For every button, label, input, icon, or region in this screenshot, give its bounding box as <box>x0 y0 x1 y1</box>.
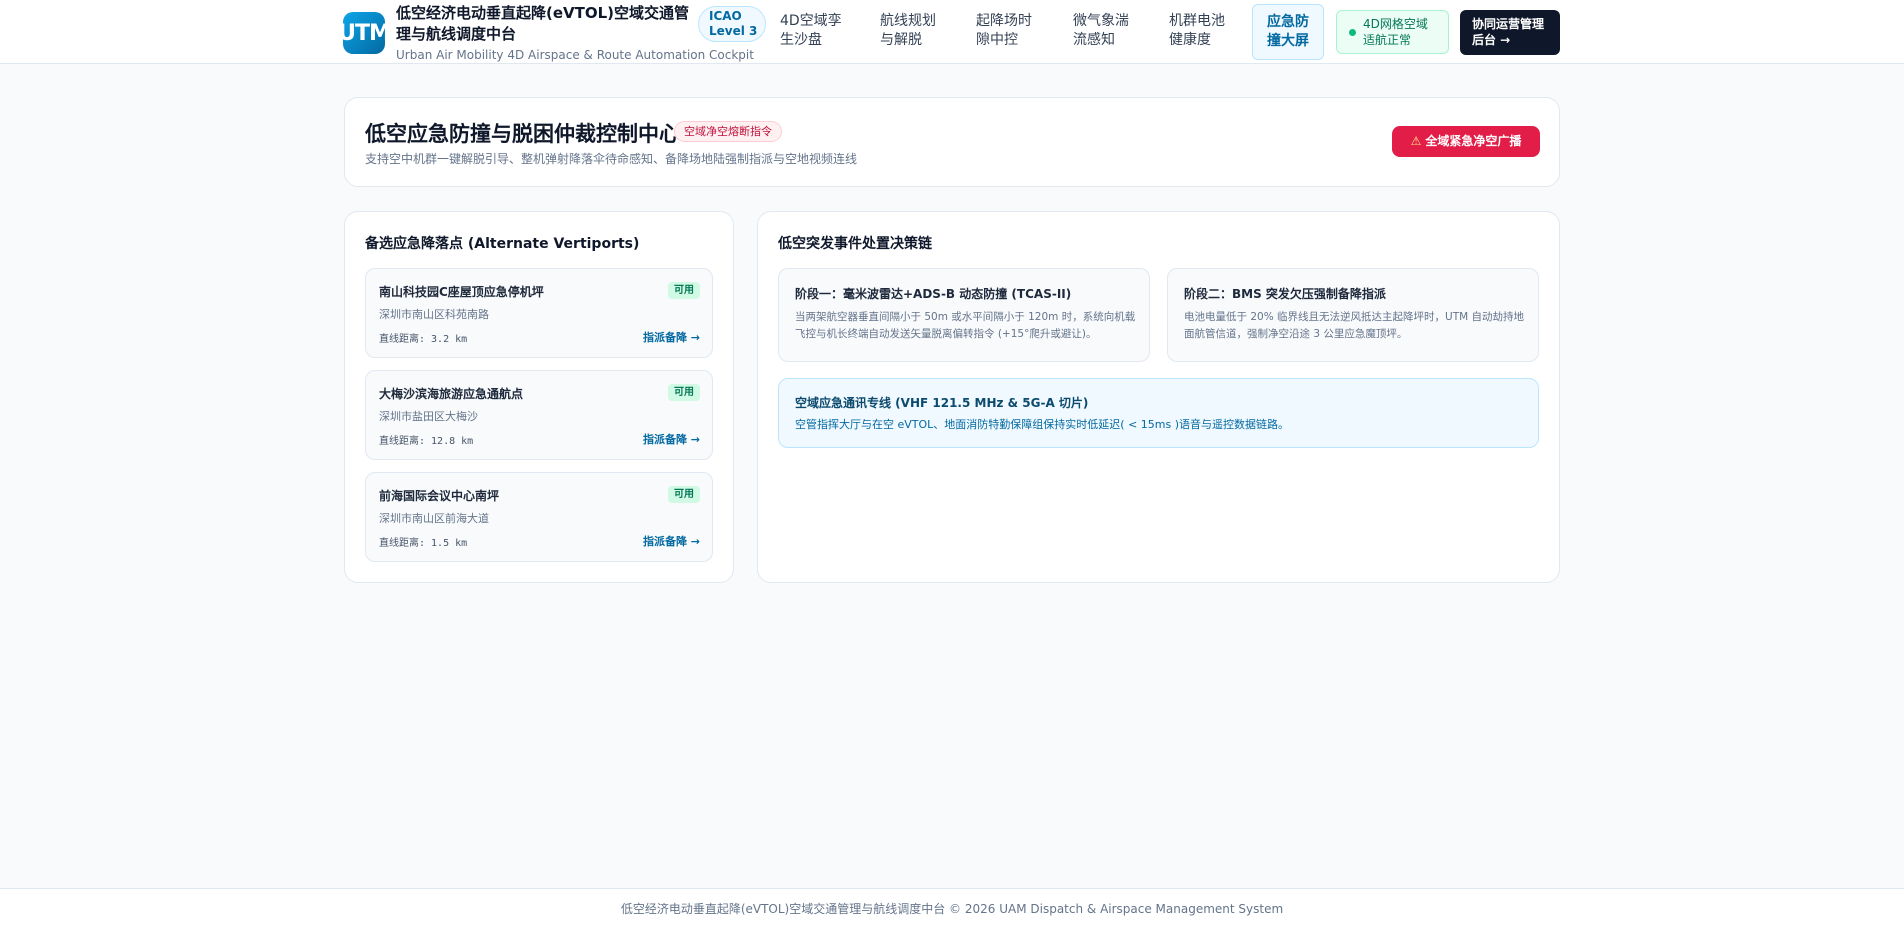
alternate-vertiports-panel: 备选应急降落点 (Alternate Vertiports) 南山科技园C座屋顶… <box>344 211 734 583</box>
stage-two-card: 阶段二：BMS 突发欠压强制备降指派 电池电量低于 20% 临界线且无法逆风抵达… <box>1167 268 1539 362</box>
comm-title: 空域应急通讯专线 (VHF 121.5 MHz & 5G-A 切片) <box>795 396 1089 410</box>
vertiport-distance: 直线距离: 12.8 km <box>379 436 474 447</box>
footer: 低空经济电动垂直起降(eVTOL)空域交通管理与航线调度中台 © 2026 UA… <box>0 888 1904 929</box>
status-badge: 可用 <box>668 282 700 299</box>
nav-battery-health[interactable]: 机群电池 健康度 <box>1169 12 1225 52</box>
assign-diversion-link[interactable]: 指派备降 → <box>643 431 700 447</box>
vertiport-name: 前海国际会议中心南坪 <box>379 489 500 503</box>
vertiport-card: 南山科技园C座屋顶应急停机坪 可用 深圳市南山区科苑南路 直线距离: 3.2 k… <box>365 268 713 358</box>
decision-chain-panel: 低空突发事件处置决策链 阶段一：毫米波雷达+ADS-B 动态防撞 (TCAS-I… <box>757 211 1560 583</box>
vertiport-card: 大梅沙滨海旅游应急通航点 可用 深圳市盐田区大梅沙 直线距离: 12.8 km … <box>365 370 713 460</box>
assign-diversion-link[interactable]: 指派备降 → <box>643 329 700 345</box>
vertiport-name: 南山科技园C座屋顶应急停机坪 <box>379 285 544 299</box>
emergency-control-hero: 低空应急防撞与脱困仲裁控制中心 空域净空熔断指令 支持空中机群一键解脱引导、整机… <box>344 97 1560 187</box>
global-emergency-broadcast-button[interactable]: ⚠ 全域紧急净空广播 <box>1392 126 1540 157</box>
app-subtitle: Urban Air Mobility 4D Airspace & Route A… <box>396 48 754 62</box>
nav-emergency-screen[interactable]: 应急防 撞大屏 <box>1252 4 1324 60</box>
utm-logo: UTM <box>343 12 385 54</box>
assign-diversion-link[interactable]: 指派备降 → <box>643 533 700 549</box>
vertiport-address: 深圳市南山区前海大道 <box>379 512 489 525</box>
status-badge: 可用 <box>668 486 700 503</box>
top-header: UTM 低空经济电动垂直起降(eVTOL)空域交通管理与航线调度中台 Urban… <box>0 0 1904 64</box>
icao-level-badge: ICAO Level 3 <box>698 6 766 42</box>
stage-title: 阶段二：BMS 突发欠压强制备降指派 <box>1184 287 1386 301</box>
vertiport-address: 深圳市盐田区大梅沙 <box>379 410 478 423</box>
vertiport-card: 前海国际会议中心南坪 可用 深圳市南山区前海大道 直线距离: 1.5 km 指派… <box>365 472 713 562</box>
panel-title: 备选应急降落点 (Alternate Vertiports) <box>365 236 640 252</box>
stage-description: 电池电量低于 20% 临界线且无法逆风抵达主起降坪时，UTM 自动劫持地面航管信… <box>1184 311 1525 340</box>
nav-4d-airspace-sandbox[interactable]: 4D空域孪 生沙盘 <box>780 12 842 52</box>
stage-description: 当两架航空器垂直间隔小于 50m 或水平间隔小于 120m 时，系统向机载飞控与… <box>795 311 1136 340</box>
comm-description: 空管指挥大厅与在空 eVTOL、地面消防特勤保障组保持实时低延迟( < 15ms… <box>795 418 1290 431</box>
vertiport-address: 深圳市南山区科苑南路 <box>379 308 489 321</box>
vertiport-name: 大梅沙滨海旅游应急通航点 <box>379 387 524 401</box>
panel-title: 低空突发事件处置决策链 <box>778 236 932 252</box>
status-badge: 可用 <box>668 384 700 401</box>
stage-title: 阶段一：毫米波雷达+ADS-B 动态防撞 (TCAS-II) <box>795 287 1072 301</box>
page-description: 支持空中机群一键解脱引导、整机弹射降落伞待命感知、备降场地陆强制指派与空地视频连… <box>365 152 858 166</box>
warning-icon: ⚠ <box>1410 134 1422 148</box>
vertiport-distance: 直线距离: 3.2 km <box>379 334 468 345</box>
emergency-comm-card: 空域应急通讯专线 (VHF 121.5 MHz & 5G-A 切片) 空管指挥大… <box>778 378 1539 448</box>
vertiport-distance: 直线距离: 1.5 km <box>379 538 468 549</box>
nav-vertiport-slot-control[interactable]: 起降场时 隙中控 <box>976 12 1032 52</box>
clearance-command-tag: 空域净空熔断指令 <box>674 121 782 142</box>
nav-route-planning[interactable]: 航线规划 与解脱 <box>880 12 936 52</box>
page-title: 低空应急防撞与脱困仲裁控制中心 <box>365 122 680 146</box>
stage-one-card: 阶段一：毫米波雷达+ADS-B 动态防撞 (TCAS-II) 当两架航空器垂直间… <box>778 268 1150 362</box>
status-dot-icon <box>1349 29 1356 36</box>
app-title: 低空经济电动垂直起降(eVTOL)空域交通管理与航线调度中台 <box>396 4 690 43</box>
admin-console-button[interactable]: 协同运营管理 后台 → <box>1460 10 1560 55</box>
airspace-status-badge: 4D网格空域 适航正常 <box>1336 10 1449 54</box>
footer-text: 低空经济电动垂直起降(eVTOL)空域交通管理与航线调度中台 © 2026 UA… <box>620 902 1284 916</box>
nav-micro-weather[interactable]: 微气象湍 流感知 <box>1073 12 1129 52</box>
